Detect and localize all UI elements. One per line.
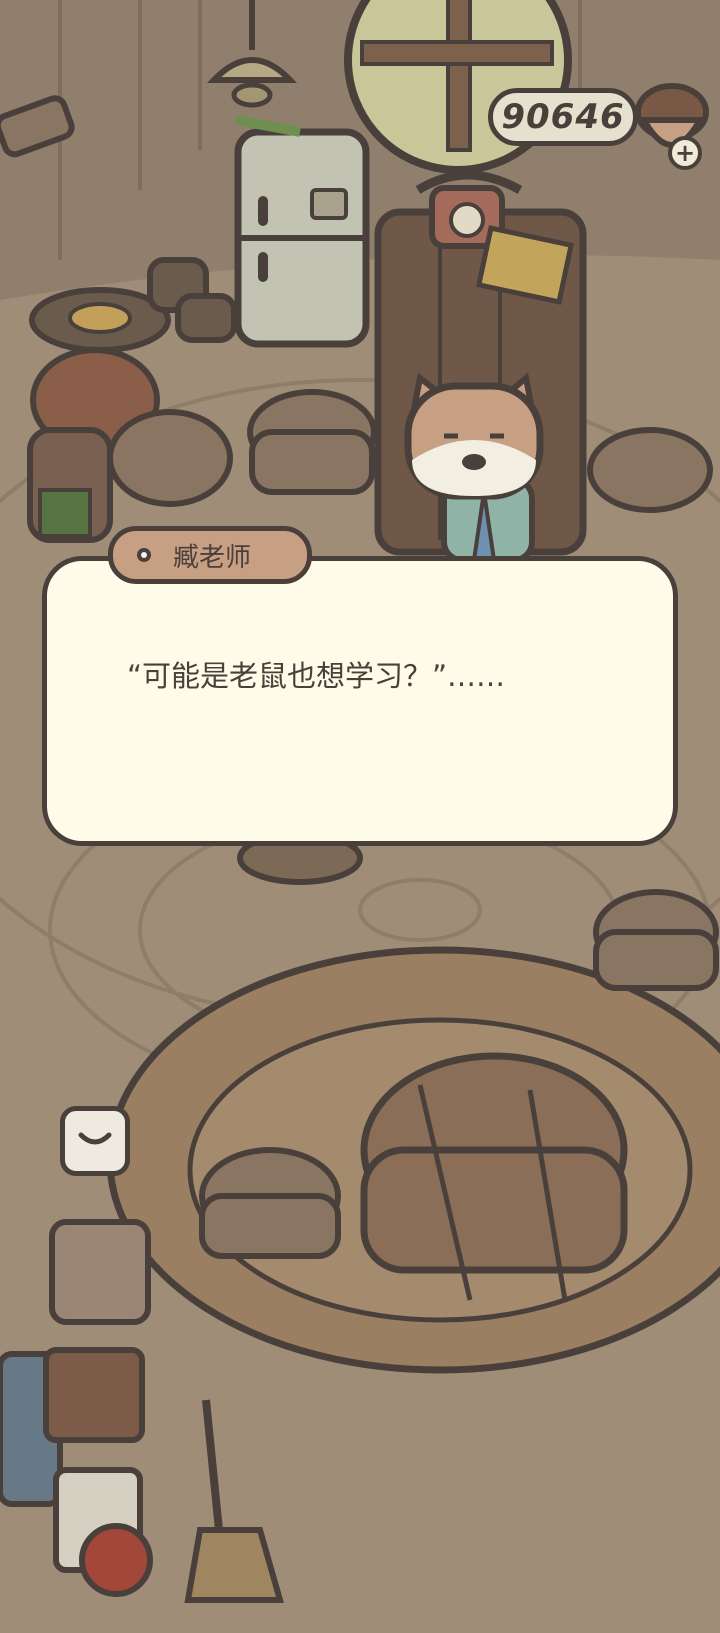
dining-table (106, 946, 720, 1374)
currency-counter: 90646 (488, 88, 638, 146)
collapse-button[interactable] (60, 1106, 130, 1176)
speaker-name: 臧老师 (173, 542, 252, 573)
dialog-box[interactable]: “可能是老鼠也想学习？”…… (42, 556, 678, 846)
chevron-down-icon (78, 1132, 112, 1145)
add-currency-button[interactable]: + (668, 136, 702, 170)
dialog-text: “可能是老鼠也想学习？”…… (127, 659, 506, 693)
speaker-name-tag: 臧老师 (108, 526, 312, 584)
speaker-dot-icon (137, 548, 151, 562)
refrigerator (234, 115, 370, 348)
